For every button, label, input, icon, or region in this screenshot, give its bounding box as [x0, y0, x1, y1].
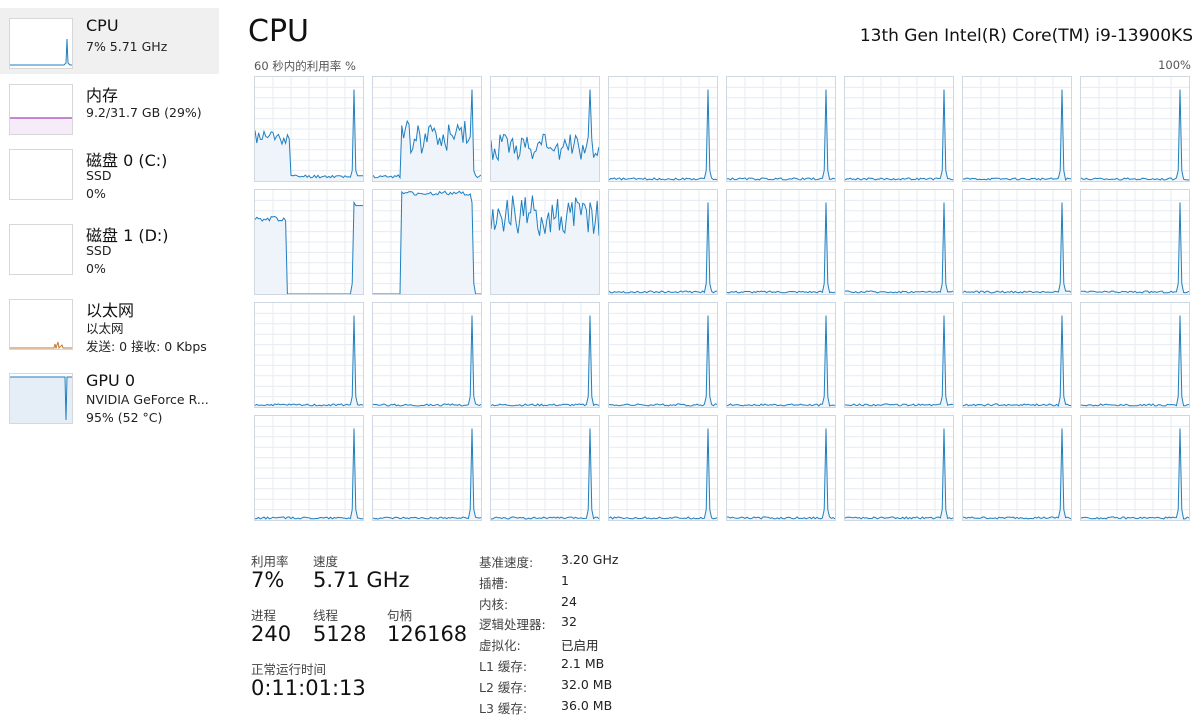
core-graph [844, 76, 954, 182]
core-graph [844, 302, 954, 408]
core-graph [608, 415, 718, 521]
graph-max-label: 100% [1158, 58, 1191, 72]
core-graph [254, 76, 364, 182]
core-graph [962, 189, 1072, 295]
page-title: CPU [248, 14, 309, 49]
core-graph [726, 415, 836, 521]
sidebar-item-detail: SSD [86, 168, 112, 183]
spec-value: 32 [561, 614, 577, 629]
core-graph [962, 76, 1072, 182]
spec-label: 基准速度: [479, 555, 534, 570]
utilization-value: 7% [251, 568, 285, 592]
core-graph [726, 302, 836, 408]
spec-label: 插槽: [479, 576, 509, 591]
spec-label: 内核: [479, 597, 509, 612]
core-graph [962, 415, 1072, 521]
spec-value: 3.20 GHz [561, 552, 619, 567]
spec-value: 已启用 [561, 638, 599, 653]
core-graph [1080, 302, 1190, 408]
memory-thumbnail-graph [9, 84, 73, 135]
sidebar-item-detail: 7% 5.71 GHz [86, 39, 168, 54]
core-graph [490, 76, 600, 182]
cpu-thumbnail-graph [9, 18, 73, 69]
spec-label: 虚拟化: [479, 638, 521, 653]
core-graph [1080, 415, 1190, 521]
spec-value: 36.0 MB [561, 698, 613, 713]
sidebar: CPU 7% 5.71 GHz 内存 9.2/31.7 GB (29%) 磁盘 … [0, 0, 219, 720]
disk-0-thumbnail-graph [9, 149, 73, 200]
core-graph [372, 189, 482, 295]
spec-label: L3 缓存: [479, 701, 528, 716]
uptime-value: 0:11:01:13 [251, 676, 366, 700]
main-panel: CPU 13th Gen Intel(R) Core(TM) i9-13900K… [219, 0, 1197, 720]
sidebar-item-cpu[interactable]: CPU 7% 5.71 GHz [0, 8, 219, 74]
ethernet-thumbnail-graph [9, 299, 73, 350]
core-graph [254, 302, 364, 408]
sidebar-item-detail: 9.2/31.7 GB (29%) [86, 105, 202, 120]
spec-label: L2 缓存: [479, 680, 528, 695]
sidebar-item-detail: 以太网 [86, 321, 124, 336]
core-graph [254, 189, 364, 295]
spec-label: L1 缓存: [479, 659, 528, 674]
threads-value: 5128 [313, 622, 367, 646]
gpu-thumbnail-graph [9, 373, 73, 424]
core-graph [844, 189, 954, 295]
sidebar-item-ethernet[interactable]: 以太网 以太网 发送: 0 接收: 0 Kbps [0, 289, 219, 355]
sidebar-item-detail: NVIDIA GeForce R... [86, 392, 209, 407]
cpu-model-name: 13th Gen Intel(R) Core(TM) i9-13900KS [859, 26, 1193, 46]
core-graph [962, 302, 1072, 408]
disk-1-thumbnail-graph [9, 224, 73, 275]
sidebar-item-memory[interactable]: 内存 9.2/31.7 GB (29%) [0, 74, 219, 140]
core-graph [1080, 76, 1190, 182]
core-graph [372, 76, 482, 182]
core-graph [844, 415, 954, 521]
core-graph [608, 302, 718, 408]
speed-value: 5.71 GHz [313, 568, 410, 592]
spec-value: 2.1 MB [561, 656, 605, 671]
sidebar-item-disk-1[interactable]: 磁盘 1 (D:) SSD 0% [0, 214, 219, 280]
core-graph [608, 189, 718, 295]
sidebar-item-title: CPU [86, 16, 119, 35]
core-graph [254, 415, 364, 521]
processes-value: 240 [251, 622, 292, 646]
core-graph [490, 415, 600, 521]
sidebar-item-detail: 发送: 0 接收: 0 Kbps [86, 339, 207, 354]
sidebar-item-gpu-0[interactable]: GPU 0 NVIDIA GeForce R... 95% (52 °C) [0, 363, 219, 429]
graph-axis-label: 60 秒内的利用率 % [254, 59, 356, 73]
core-graph [726, 76, 836, 182]
core-graph [726, 189, 836, 295]
core-graph [372, 415, 482, 521]
spec-value: 32.0 MB [561, 677, 613, 692]
sidebar-item-detail: 95% (52 °C) [86, 410, 163, 425]
spec-value: 1 [561, 573, 569, 588]
handles-value: 126168 [387, 622, 468, 646]
core-graph [1080, 189, 1190, 295]
sidebar-item-detail: 0% [86, 186, 106, 201]
core-graph [608, 76, 718, 182]
sidebar-item-disk-0[interactable]: 磁盘 0 (C:) SSD 0% [0, 139, 219, 205]
sidebar-item-detail: SSD [86, 243, 112, 258]
core-graph [372, 302, 482, 408]
sidebar-item-detail: 0% [86, 261, 106, 276]
spec-value: 24 [561, 594, 577, 609]
core-graph [490, 189, 600, 295]
spec-label: 逻辑处理器: [479, 617, 546, 632]
core-graph [490, 302, 600, 408]
sidebar-item-title: 内存 [86, 86, 119, 105]
sidebar-item-title: GPU 0 [86, 371, 136, 390]
